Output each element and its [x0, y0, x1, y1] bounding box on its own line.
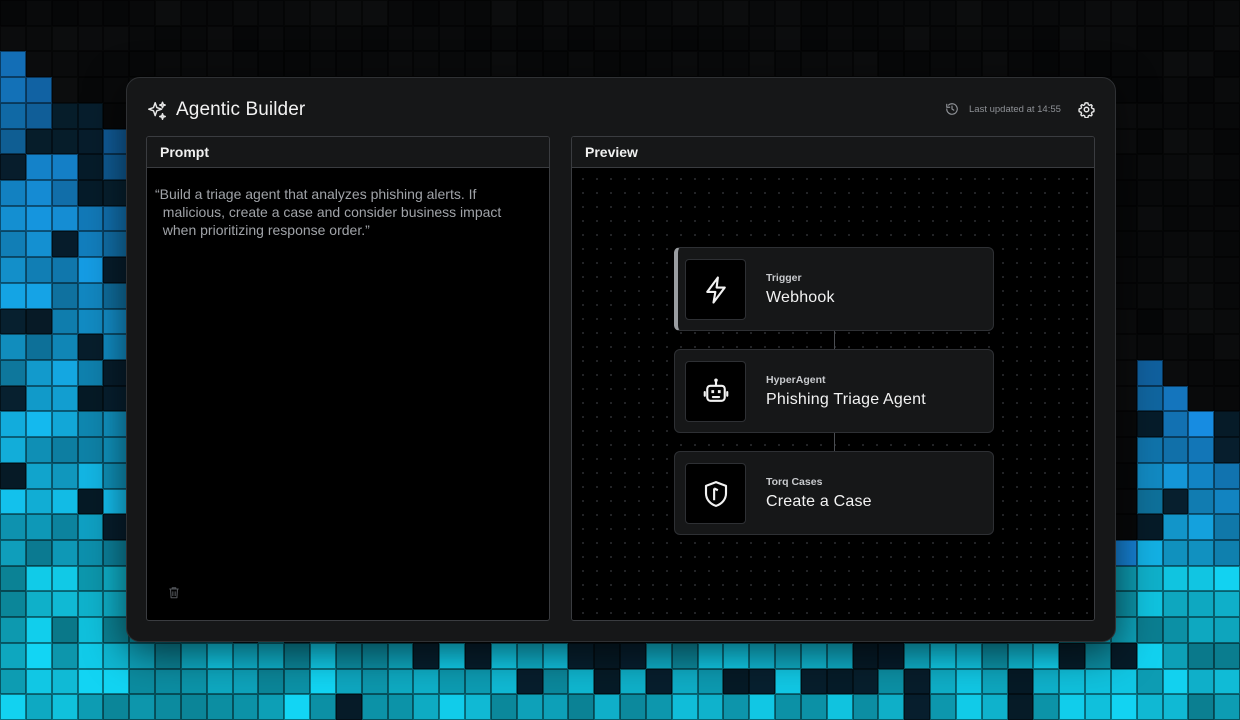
connector-line [834, 433, 835, 453]
node-name-label: Webhook [766, 289, 835, 306]
robot-icon [703, 377, 728, 402]
preview-panel: Preview Trigger Webhook HyperAgent Phish… [571, 136, 1095, 621]
agentic-builder-window: Agentic Builder Last updated at 14:55 Pr… [126, 77, 1116, 642]
prompt-panel: Prompt “Build a triage agent that analyz… [146, 136, 550, 621]
gear-icon[interactable] [1078, 101, 1095, 118]
node-icon-box [685, 361, 746, 422]
workflow-node-hyperagent[interactable]: HyperAgent Phishing Triage Agent [674, 349, 994, 433]
preview-panel-header: Preview [572, 137, 1094, 168]
connector-line [834, 331, 835, 351]
history-icon [946, 103, 958, 115]
prompt-textarea[interactable]: “Build a triage agent that analyzes phis… [155, 185, 540, 239]
app-title: Agentic Builder [176, 99, 306, 120]
node-type-label: Trigger [766, 272, 802, 284]
trash-icon[interactable] [167, 585, 181, 600]
prompt-panel-header: Prompt [147, 137, 549, 168]
workflow-node-trigger[interactable]: Trigger Webhook [674, 247, 994, 331]
node-type-label: Torq Cases [766, 476, 823, 488]
node-icon-box [685, 259, 746, 320]
node-name-label: Create a Case [766, 493, 872, 510]
node-icon-box [685, 463, 746, 524]
node-name-label: Phishing Triage Agent [766, 391, 926, 408]
workflow-canvas[interactable]: Trigger Webhook HyperAgent Phishing Tria… [572, 168, 1094, 620]
title-bar: Agentic Builder Last updated at 14:55 [127, 78, 1115, 136]
last-updated-text: Last updated at 14:55 [969, 104, 1061, 115]
lightning-icon [705, 275, 726, 304]
workflow-node-torq-cases[interactable]: Torq Cases Create a Case [674, 451, 994, 535]
node-type-label: HyperAgent [766, 374, 826, 386]
shield-icon [704, 480, 727, 507]
sparkles-icon [148, 101, 166, 120]
